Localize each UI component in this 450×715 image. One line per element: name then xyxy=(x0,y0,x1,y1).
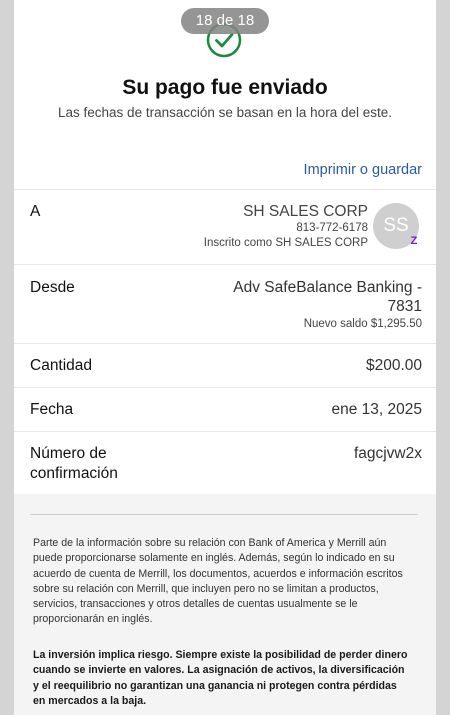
recipient-label: A xyxy=(30,203,41,220)
payment-confirmation-screen: 18 de 18 Su pago fue enviado Las fechas … xyxy=(14,0,436,715)
date-value: ene 13, 2025 xyxy=(331,401,422,418)
new-balance: Nuevo saldo $1,295.50 xyxy=(303,318,422,330)
confirmation-number: fagcjvw2x xyxy=(353,445,422,462)
divider xyxy=(14,387,436,388)
divider xyxy=(30,514,418,515)
source-account-line1: Adv SafeBalance Banking - xyxy=(233,279,422,296)
source-label: Desde xyxy=(30,279,75,296)
recipient-phone: 813-772-6178 xyxy=(296,222,368,234)
background-left-edge xyxy=(0,0,14,715)
recipient-name: SH SALES CORP xyxy=(243,203,368,220)
page-title: Su pago fue enviado xyxy=(122,76,328,99)
confirmation-label-line1: Número de xyxy=(30,445,107,462)
background-right-edge xyxy=(436,0,450,715)
divider xyxy=(14,431,436,432)
legal-footer: Parte de la información sobre su relació… xyxy=(14,494,436,715)
language-disclaimer: Parte de la información sobre su relació… xyxy=(33,537,403,626)
divider xyxy=(14,264,436,265)
divider xyxy=(14,189,436,190)
source-account-line2: 7831 xyxy=(387,298,422,315)
divider xyxy=(14,343,436,344)
amount-value: $200.00 xyxy=(365,357,422,374)
recipient-enrolled-name: Inscrito como SH SALES CORP xyxy=(203,237,368,249)
zelle-icon: Z xyxy=(410,235,418,247)
page-subtitle: Las fechas de transacción se basan en la… xyxy=(58,105,392,120)
print-or-save-link[interactable]: Imprimir o guardar xyxy=(304,162,422,178)
date-label: Fecha xyxy=(30,401,74,418)
amount-label: Cantidad xyxy=(30,357,93,374)
image-counter-badge: 18 de 18 xyxy=(181,8,269,34)
confirmation-label-line2: confirmación xyxy=(30,465,118,482)
investment-risk-notice: La inversión implica riesgo. Siempre exi… xyxy=(33,649,408,707)
